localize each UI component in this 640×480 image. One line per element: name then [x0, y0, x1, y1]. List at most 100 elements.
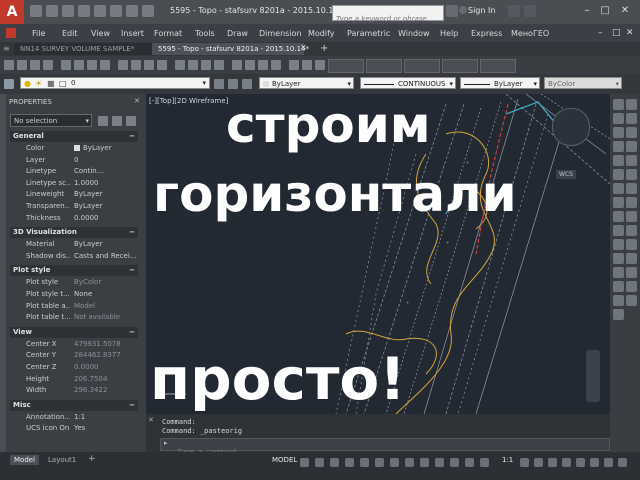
property-value[interactable]: 0 — [74, 156, 138, 164]
units-icon[interactable] — [534, 458, 543, 467]
line-icon[interactable] — [613, 99, 624, 110]
select-objects-icon[interactable] — [112, 116, 122, 126]
autocad-logo[interactable]: A — [0, 0, 24, 24]
redo-icon[interactable] — [157, 60, 167, 70]
qnew-icon[interactable] — [4, 60, 14, 70]
polygon-icon[interactable] — [613, 113, 624, 124]
trim-icon[interactable] — [626, 267, 637, 278]
text-style-dropdown[interactable] — [366, 59, 402, 73]
osnap-icon[interactable] — [390, 458, 399, 467]
auto-scale-icon[interactable] — [465, 458, 474, 467]
palette-title-strip[interactable] — [0, 94, 6, 452]
property-value[interactable]: 0.0000 — [74, 363, 138, 371]
menu-draw[interactable]: Draw — [227, 29, 248, 38]
navigation-bar[interactable] — [586, 350, 600, 402]
help-icon[interactable] — [315, 60, 325, 70]
section-header[interactable]: View − — [10, 326, 138, 338]
annotation-monitor-icon[interactable] — [520, 458, 529, 467]
property-value[interactable]: 479931.5078 — [74, 340, 138, 348]
wcs-menu[interactable]: WCS — [556, 170, 576, 179]
exchange-icon[interactable] — [508, 5, 520, 17]
revcloud-icon[interactable] — [613, 141, 624, 152]
linetype-dropdown[interactable]: CONTINUOUS ▾ — [360, 77, 456, 89]
section-header[interactable]: Plot style − — [10, 265, 138, 277]
property-value[interactable]: 0.0000 — [74, 214, 138, 222]
grid-icon[interactable] — [300, 458, 309, 467]
tab-model[interactable]: Model — [10, 455, 40, 465]
layer-states-icon[interactable] — [242, 79, 252, 89]
menu-modify[interactable]: Modify — [308, 29, 335, 38]
menu-parametric[interactable]: Parametric — [347, 29, 390, 38]
saveas-icon[interactable] — [78, 5, 90, 17]
doc-close-icon[interactable]: ✕ — [626, 28, 634, 38]
app-menu-icon[interactable] — [6, 28, 16, 38]
ellipse-icon[interactable] — [613, 155, 624, 166]
region-icon[interactable] — [626, 183, 637, 194]
close-icon[interactable]: ✕ — [618, 4, 632, 18]
command-input-box[interactable]: ▸ — [160, 438, 613, 457]
share-icon[interactable] — [142, 5, 154, 17]
tab-layout1[interactable]: Layout1 — [44, 455, 80, 465]
binoculars-icon[interactable] — [446, 5, 458, 17]
section-header[interactable]: Misc − — [10, 399, 138, 411]
mtext-icon[interactable] — [626, 197, 637, 208]
polyline-icon[interactable] — [626, 99, 637, 110]
viewport-controls-label[interactable]: [-][Top][2D Wireframe] — [149, 97, 228, 105]
property-value[interactable]: Yes — [74, 424, 138, 432]
quick-select-icon[interactable] — [126, 116, 136, 126]
pan-icon[interactable] — [175, 60, 185, 70]
property-value[interactable]: 296.3422 — [74, 386, 138, 394]
osnap-tracking-icon[interactable] — [375, 458, 384, 467]
customize-icon[interactable] — [618, 458, 627, 467]
open-icon[interactable] — [17, 60, 27, 70]
tab-survey-volume[interactable]: NN14 SURVEY VOLUME SAMPLE* — [14, 43, 156, 55]
undo-icon[interactable] — [144, 60, 154, 70]
matchprop-icon[interactable] — [131, 60, 141, 70]
property-value[interactable]: 206.7504 — [74, 375, 138, 383]
new-icon[interactable] — [30, 5, 42, 17]
menu-file[interactable]: File — [32, 29, 45, 38]
join-icon[interactable] — [613, 295, 624, 306]
property-value[interactable]: 1:1 — [74, 413, 138, 421]
help-icon[interactable] — [524, 5, 536, 17]
section-header[interactable]: General − — [10, 131, 138, 142]
new-tab-button[interactable]: + — [320, 43, 328, 54]
minimize-icon[interactable]: – — [580, 4, 594, 18]
doc-restore-icon[interactable]: □ — [612, 28, 621, 38]
selection-cycling-icon[interactable] — [435, 458, 444, 467]
break-icon[interactable] — [626, 281, 637, 292]
mirror-icon[interactable] — [613, 225, 624, 236]
make-current-icon[interactable] — [214, 79, 224, 89]
plot-icon[interactable] — [43, 60, 53, 70]
section-header[interactable]: 3D Visualization − — [10, 227, 138, 239]
menu-view[interactable]: View — [91, 29, 110, 38]
menu-help[interactable]: Help — [440, 29, 458, 38]
point-icon[interactable] — [613, 169, 624, 180]
property-value[interactable]: Model — [74, 302, 138, 310]
property-value[interactable]: ByLayer — [74, 202, 138, 210]
property-value[interactable]: ByLayer — [74, 144, 138, 152]
menu-dimension[interactable]: Dimension — [259, 29, 302, 38]
doc-minimize-icon[interactable]: – — [598, 28, 603, 38]
rectangle-icon[interactable] — [626, 113, 637, 124]
cut-icon[interactable] — [87, 60, 97, 70]
workspace-icon[interactable] — [480, 458, 489, 467]
extend-icon[interactable] — [613, 281, 624, 292]
hardware-accel-icon[interactable] — [590, 458, 599, 467]
undo-icon[interactable] — [110, 5, 122, 17]
save-icon[interactable] — [30, 60, 40, 70]
open-icon[interactable] — [46, 5, 58, 17]
scale-icon[interactable] — [626, 253, 637, 264]
rotate-icon[interactable] — [613, 253, 624, 264]
stretch-icon[interactable] — [613, 267, 624, 278]
tool-palettes-icon[interactable] — [258, 60, 268, 70]
redo-icon[interactable] — [126, 5, 138, 17]
style-dropdown[interactable] — [328, 59, 364, 73]
paste-icon[interactable] — [118, 60, 128, 70]
move-icon[interactable] — [626, 239, 637, 250]
insert-block-icon[interactable] — [626, 155, 637, 166]
quick-properties-icon[interactable] — [548, 458, 557, 467]
menu-insert[interactable]: Insert — [121, 29, 144, 38]
transparency-icon[interactable] — [420, 458, 429, 467]
ortho-icon[interactable] — [330, 458, 339, 467]
